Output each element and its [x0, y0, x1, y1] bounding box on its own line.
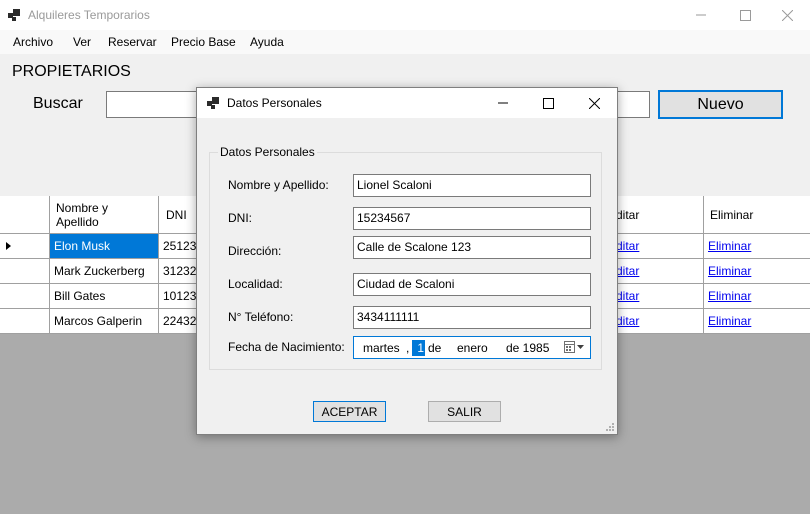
date-year[interactable]: de 1985: [506, 341, 549, 355]
cell-name[interactable]: Marcos Galperin: [50, 309, 159, 333]
maximize-icon: [739, 9, 751, 21]
minimize-icon: [498, 102, 508, 104]
groupbox-title: Datos Personales: [218, 145, 317, 159]
dialog-close-button[interactable]: [571, 88, 617, 118]
city-field[interactable]: Ciudad de Scaloni: [353, 273, 591, 296]
name-label: Nombre y Apellido:: [228, 178, 329, 192]
cell-edit-link[interactable]: Editar: [604, 234, 704, 258]
row-header-cell[interactable]: [0, 259, 50, 283]
accept-button[interactable]: ACEPTAR: [313, 401, 386, 422]
close-icon: [588, 97, 600, 109]
row-header-cell[interactable]: [0, 234, 50, 258]
new-button[interactable]: Nuevo: [658, 90, 783, 119]
column-header-delete[interactable]: Eliminar: [704, 196, 810, 233]
dropdown-arrow-icon: [577, 345, 584, 349]
date-month[interactable]: enero: [457, 341, 488, 355]
menu-archivo[interactable]: Archivo: [13, 35, 53, 49]
menu-reservar[interactable]: Reservar: [108, 35, 157, 49]
phone-label: N° Teléfono:: [228, 310, 294, 324]
calendar-button[interactable]: [564, 341, 588, 357]
cell-name[interactable]: Mark Zuckerberg: [50, 259, 159, 283]
dialog-title: Datos Personales: [227, 96, 322, 110]
row-indicator-icon: [6, 242, 11, 250]
section-title: PROPIETARIOS: [12, 63, 131, 80]
menu-bar: Archivo Ver Reservar Precio Base Ayuda: [0, 30, 810, 54]
close-icon: [781, 9, 793, 21]
phone-field[interactable]: 3434111111: [353, 306, 591, 329]
window-title: Alquileres Temporarios: [28, 8, 150, 22]
dialog-title-bar[interactable]: Datos Personales: [197, 88, 617, 118]
date-weekday: martes: [363, 341, 400, 355]
cell-delete-link[interactable]: Eliminar: [704, 284, 810, 308]
date-de: de: [428, 341, 442, 355]
grid-corner-cell: [0, 196, 50, 233]
close-button[interactable]: [764, 0, 810, 30]
address-field[interactable]: Calle de Scalone 123: [353, 236, 591, 259]
column-header-edit[interactable]: Editar: [604, 196, 704, 233]
row-header-cell[interactable]: [0, 309, 50, 333]
column-header-delete-label: Eliminar: [710, 207, 754, 222]
personal-data-dialog: Datos Personales Datos Personales Nombre…: [196, 87, 618, 435]
column-header-dni-label: DNI: [166, 207, 187, 222]
size-grip-icon[interactable]: [605, 422, 615, 432]
menu-ayuda[interactable]: Ayuda: [250, 35, 284, 49]
exit-button[interactable]: SALIR: [428, 401, 501, 422]
maximize-button[interactable]: [722, 0, 768, 30]
app-icon: [8, 9, 20, 21]
dialog-app-icon: [207, 97, 219, 109]
date-separator: ,: [406, 341, 410, 355]
city-label: Localidad:: [228, 277, 283, 291]
calendar-icon: [564, 341, 584, 353]
row-header-cell[interactable]: [0, 284, 50, 308]
dialog-minimize-button[interactable]: [480, 88, 526, 118]
cell-edit-link[interactable]: Editar: [604, 284, 704, 308]
cell-edit-link[interactable]: Editar: [604, 309, 704, 333]
column-header-name[interactable]: Nombre y Apellido: [50, 196, 159, 233]
minimize-icon: [696, 14, 706, 16]
title-bar[interactable]: Alquileres Temporarios: [0, 0, 810, 30]
menu-ver[interactable]: Ver: [73, 35, 91, 49]
search-label: Buscar: [33, 95, 83, 112]
cell-edit-link[interactable]: Editar: [604, 259, 704, 283]
dni-label: DNI:: [228, 211, 252, 225]
dni-field[interactable]: 15234567: [353, 207, 591, 230]
column-header-name-label: Nombre y Apellido: [56, 200, 109, 229]
birthdate-label: Fecha de Nacimiento:: [228, 340, 345, 354]
name-field[interactable]: Lionel Scaloni: [353, 174, 591, 197]
cell-name[interactable]: Elon Musk: [50, 234, 159, 258]
cell-name[interactable]: Bill Gates: [50, 284, 159, 308]
cell-delete-link[interactable]: Eliminar: [704, 234, 810, 258]
menu-precio-base[interactable]: Precio Base: [171, 35, 236, 49]
date-day[interactable]: 1: [412, 340, 425, 356]
cell-delete-link[interactable]: Eliminar: [704, 309, 810, 333]
dialog-maximize-button[interactable]: [525, 88, 571, 118]
minimize-button[interactable]: [678, 0, 724, 30]
maximize-icon: [542, 97, 554, 109]
birthdate-picker[interactable]: martes , 1 de enero de 1985: [353, 336, 591, 359]
address-label: Dirección:: [228, 244, 282, 258]
cell-delete-link[interactable]: Eliminar: [704, 259, 810, 283]
